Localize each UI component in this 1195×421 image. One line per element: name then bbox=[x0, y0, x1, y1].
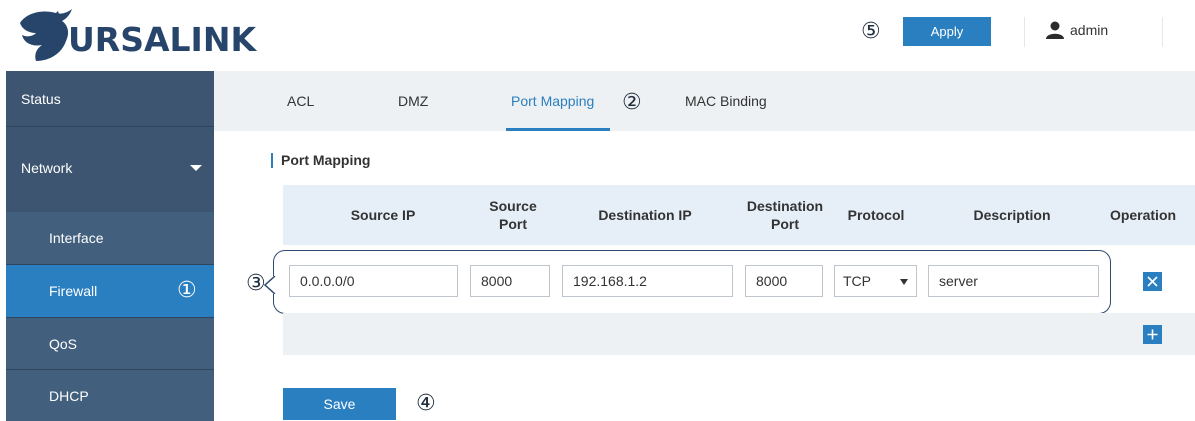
user-name: admin bbox=[1070, 22, 1109, 38]
sidebar-item-label: Network bbox=[21, 160, 73, 176]
delete-row-button[interactable] bbox=[1143, 272, 1162, 291]
tab-port-mapping[interactable]: Port Mapping bbox=[511, 93, 594, 109]
step-marker-1: ① bbox=[177, 278, 197, 303]
sidebar-item-label: Firewall bbox=[49, 283, 98, 299]
add-row-button[interactable] bbox=[1143, 325, 1162, 344]
step-marker-2: ② bbox=[622, 90, 642, 115]
sidebar-item-label: DHCP bbox=[49, 387, 89, 404]
step-marker-4: ④ bbox=[416, 391, 436, 416]
sidebar-item-dhcp[interactable]: DHCP bbox=[6, 370, 214, 421]
sidebar-item-status[interactable]: Status bbox=[6, 71, 214, 126]
table-header: Source IP Source Port Destination IP Des… bbox=[283, 185, 1195, 245]
page-root: URSALINK ⑤ Apply admin Status Network In… bbox=[0, 0, 1195, 421]
sidebar-item-label: Status bbox=[21, 90, 61, 107]
active-tab-indicator bbox=[506, 128, 610, 131]
source-ip-input[interactable]: 0.0.0.0/0 bbox=[289, 265, 458, 297]
column-header-protocol: Protocol bbox=[847, 207, 905, 223]
sidebar-item-qos[interactable]: QoS bbox=[6, 318, 214, 369]
source-port-input[interactable]: 8000 bbox=[470, 265, 550, 297]
section-title: Port Mapping bbox=[271, 153, 370, 168]
step-marker-3: ③ bbox=[246, 271, 266, 296]
tab-acl[interactable]: ACL bbox=[287, 93, 314, 109]
header-divider bbox=[1024, 17, 1025, 47]
column-header-operation: Operation bbox=[1109, 207, 1177, 223]
top-header: URSALINK ⑤ Apply admin bbox=[0, 0, 1195, 70]
destination-port-input[interactable]: 8000 bbox=[745, 265, 823, 297]
protocol-selected-value: TCP bbox=[843, 273, 871, 289]
column-header-line: Port bbox=[499, 216, 527, 232]
column-header-destination-ip: Destination IP bbox=[598, 207, 692, 223]
sidebar-item-label: QoS bbox=[49, 335, 78, 352]
plus-icon bbox=[1147, 329, 1158, 340]
step-marker-5: ⑤ bbox=[861, 19, 881, 44]
column-header-line: Destination bbox=[746, 198, 824, 214]
column-header-description: Description bbox=[973, 207, 1051, 223]
column-header-source-port: Source Port bbox=[478, 197, 548, 233]
save-button[interactable]: Save bbox=[283, 388, 396, 420]
caret-down-icon bbox=[900, 279, 908, 285]
sidebar-item-firewall[interactable]: Firewall ① bbox=[6, 265, 214, 317]
tab-dmz[interactable]: DMZ bbox=[398, 93, 428, 109]
caret-down-icon bbox=[190, 165, 202, 171]
ursalink-bear-logo-icon bbox=[20, 9, 72, 61]
sidebar: Status Network Interface Firewall ① QoS … bbox=[6, 71, 214, 421]
column-header-line: Port bbox=[771, 216, 799, 232]
header-divider bbox=[1162, 17, 1163, 47]
tab-mac-binding[interactable]: MAC Binding bbox=[685, 93, 767, 109]
column-header-source-ip: Source IP bbox=[350, 207, 416, 223]
bracket-pointer bbox=[264, 276, 276, 294]
close-icon bbox=[1147, 276, 1158, 287]
sidebar-item-interface[interactable]: Interface bbox=[6, 212, 214, 264]
protocol-select[interactable]: TCP bbox=[834, 265, 917, 297]
apply-button[interactable]: Apply bbox=[903, 17, 991, 46]
brand-name: URSALINK bbox=[68, 19, 257, 59]
column-header-destination-port: Destination Port bbox=[740, 197, 830, 233]
sidebar-item-network[interactable]: Network bbox=[6, 127, 214, 209]
user-icon bbox=[1046, 21, 1064, 39]
description-input[interactable]: server bbox=[928, 265, 1099, 297]
brand-logo[interactable]: URSALINK bbox=[16, 8, 256, 64]
destination-ip-input[interactable]: 192.168.1.2 bbox=[562, 265, 733, 297]
column-header-line: Source bbox=[489, 198, 537, 214]
sidebar-item-label: Interface bbox=[49, 230, 104, 246]
user-menu[interactable]: admin bbox=[1046, 21, 1108, 39]
add-row-bar bbox=[283, 313, 1195, 355]
